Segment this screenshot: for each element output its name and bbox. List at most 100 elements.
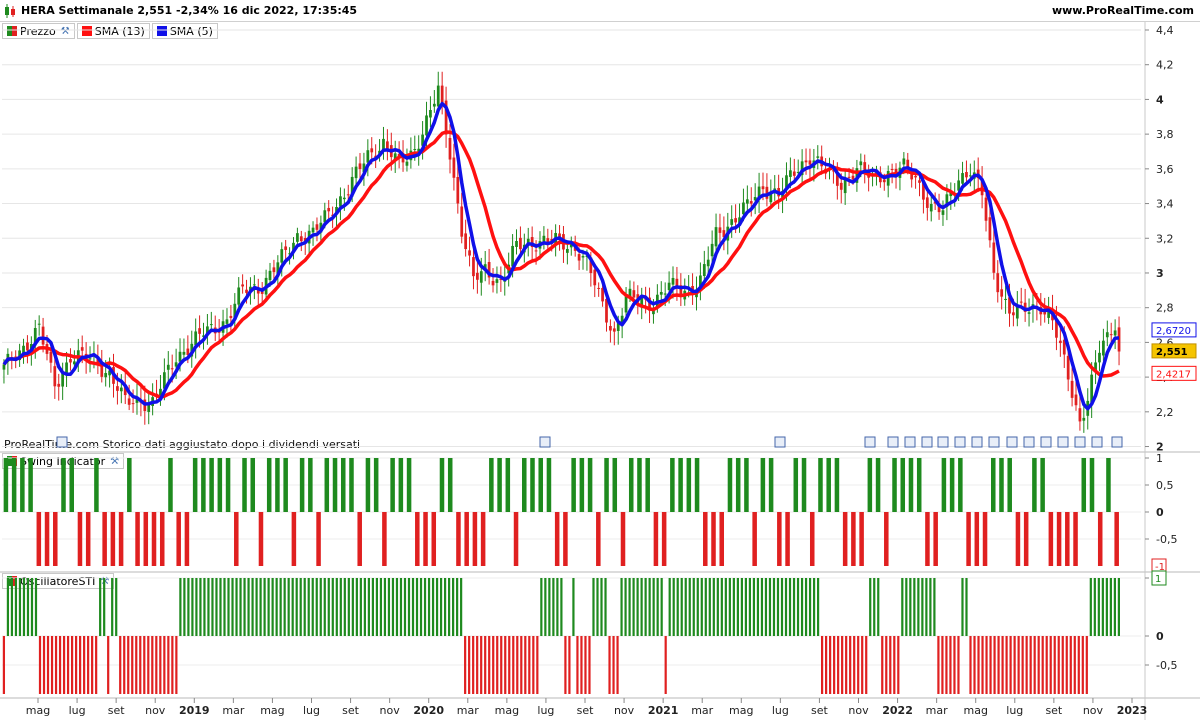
x-tick-label: mag — [495, 704, 519, 717]
candle-body — [1066, 355, 1070, 380]
swing-bar — [110, 512, 116, 566]
swing-bar — [266, 458, 272, 512]
osc-bar — [123, 636, 126, 694]
dividend-icon — [988, 436, 1000, 448]
osc-bar — [953, 636, 956, 694]
osc-bar — [548, 578, 551, 636]
osc-bar — [564, 636, 567, 694]
swing-bar — [571, 458, 576, 512]
osc-bar — [54, 636, 58, 694]
osc-bar — [159, 636, 162, 694]
candle-body — [80, 347, 84, 351]
osc-bar — [1053, 636, 1056, 694]
osc-bar — [315, 578, 318, 636]
osc-bar — [215, 578, 218, 636]
swing-bar — [308, 458, 313, 512]
swing-bar — [620, 512, 626, 566]
candle-body — [808, 160, 812, 165]
swing-bar — [53, 512, 58, 566]
osc-bar — [243, 578, 246, 636]
osc-bar — [111, 578, 114, 636]
swing-bar — [867, 458, 873, 512]
osc-bar — [592, 578, 595, 636]
osc-bar — [464, 636, 467, 694]
dividend-icon — [887, 436, 899, 448]
swing-bar — [670, 458, 675, 512]
osc-bar — [572, 578, 575, 636]
x-tick-label: lug — [1006, 704, 1023, 717]
candle-body — [702, 264, 706, 276]
candle-body — [918, 180, 921, 183]
swing-bar — [1081, 458, 1087, 512]
osc-bar — [973, 636, 976, 694]
candle-body — [342, 197, 346, 200]
osc-bar — [604, 578, 607, 636]
candle-body — [245, 289, 248, 293]
osc-bar — [568, 636, 571, 694]
candle-body — [1058, 340, 1062, 344]
osc-bar — [375, 578, 379, 636]
candle-body — [229, 315, 233, 318]
candle-body — [1019, 301, 1023, 303]
osc-bar — [560, 578, 563, 636]
swing-bar — [349, 458, 354, 512]
last-price-tag: 2,551 — [1151, 343, 1197, 359]
osc-bar — [379, 578, 383, 636]
candle-body — [534, 250, 538, 252]
osc-bar — [403, 578, 407, 636]
swing-bar — [176, 512, 181, 566]
x-tick-label: set — [108, 704, 125, 717]
candle-body — [198, 328, 201, 334]
osc-bar — [500, 636, 503, 694]
candle-body — [2, 364, 6, 370]
osc-bar — [981, 636, 984, 694]
candle-body — [882, 179, 886, 183]
osc-bar — [119, 636, 122, 694]
candle-body — [315, 224, 319, 230]
osc-bar — [1081, 636, 1084, 694]
candle-body — [225, 319, 229, 324]
osc-bar — [492, 636, 495, 694]
osc-bar — [833, 636, 836, 694]
swing-gridline-label: 0 — [1156, 506, 1164, 519]
candle-body — [1098, 352, 1101, 363]
site-link[interactable]: www.ProRealTime.com — [1052, 4, 1194, 17]
osc-bar — [512, 636, 515, 694]
x-tick-label: set — [577, 704, 594, 717]
osc-bar — [704, 578, 707, 636]
candle-body — [863, 162, 867, 170]
osc-bar — [857, 636, 860, 694]
osc-bar — [796, 578, 800, 636]
osc-bar — [191, 578, 194, 636]
chart-canvas[interactable]: 22,22,42,62,833,23,43,63,844,24,42,67202… — [0, 22, 1200, 720]
swing-bar — [538, 458, 543, 512]
candle-body — [436, 85, 440, 107]
candle-body — [354, 166, 358, 179]
osc-bar — [640, 578, 643, 636]
swing-bar — [406, 458, 412, 512]
osc-bar — [255, 578, 258, 636]
osc-bar — [227, 578, 230, 636]
candle-body — [593, 269, 597, 286]
osc-bar — [596, 578, 599, 636]
osc-bar — [969, 636, 972, 694]
candle-body — [1012, 312, 1015, 316]
swing-bar — [851, 512, 856, 566]
swing-bar — [809, 512, 815, 566]
osc-bar — [26, 578, 30, 636]
candle-body — [734, 218, 737, 223]
osc-bar — [83, 636, 86, 694]
candle-body — [941, 210, 945, 215]
swing-bar — [554, 512, 560, 566]
osc-bar — [660, 578, 663, 636]
swing-bar — [694, 458, 700, 512]
osc-bar — [873, 578, 876, 636]
x-tick-label: mag — [729, 704, 753, 717]
osc-bar — [1013, 636, 1016, 694]
dividend-icon — [921, 436, 933, 448]
candle-body — [667, 282, 671, 291]
swing-bar — [250, 458, 256, 512]
osc-bar — [22, 578, 26, 636]
osc-bar — [937, 636, 940, 694]
swing-bar — [456, 512, 461, 566]
